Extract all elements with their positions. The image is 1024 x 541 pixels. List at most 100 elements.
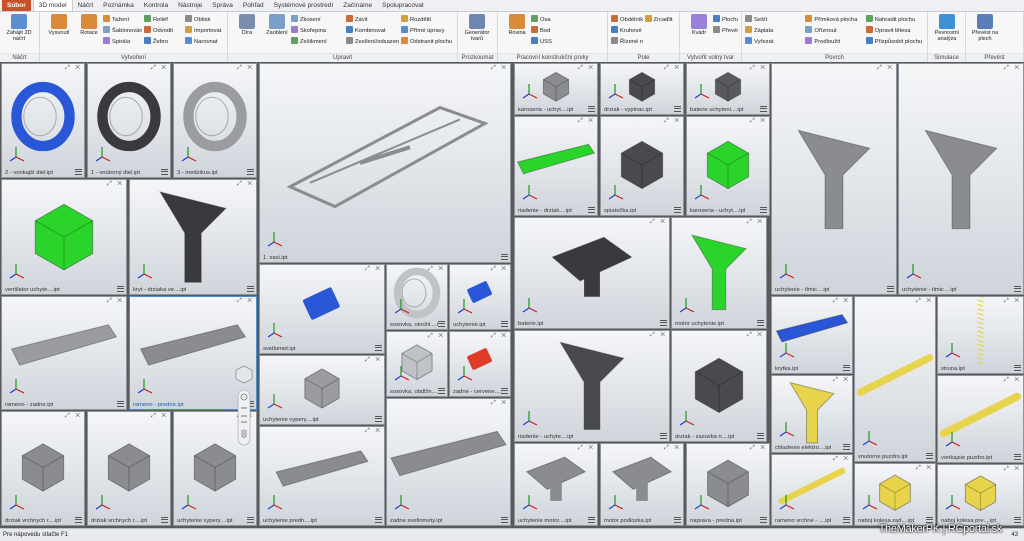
ribbon-big-button[interactable]: Rovina: [501, 14, 533, 36]
tab-5[interactable]: Nástroje: [173, 0, 207, 11]
tile-window-controls[interactable]: ⤢ ✕: [650, 332, 667, 339]
ribbon-big-button[interactable]: Zahájit 2D náčrt: [3, 14, 35, 42]
document-tile[interactable]: ⤢ ✕ riadenie - uchyte....ipt: [514, 330, 670, 442]
ribbon-small-button[interactable]: Oříznout: [805, 26, 863, 36]
ribbon-small-button[interactable]: Sešít: [745, 15, 803, 25]
tile-menu-icon[interactable]: [660, 433, 667, 439]
tile-window-controls[interactable]: ⤢ ✕: [750, 445, 767, 452]
ribbon-small-button[interactable]: Plocha: [713, 15, 738, 25]
tile-window-controls[interactable]: ⤢ ✕: [151, 413, 168, 420]
document-tile[interactable]: ⤢ ✕ spiatočka.ipt: [600, 116, 684, 216]
document-tile[interactable]: ⤢ ✕ drziak - vypinac.ipt: [600, 63, 684, 115]
tile-menu-icon[interactable]: [1014, 517, 1021, 523]
tile-window-controls[interactable]: ⤢ ✕: [107, 181, 124, 188]
tile-menu-icon[interactable]: [1014, 454, 1021, 460]
tab-10[interactable]: Spolupracovat: [377, 0, 429, 11]
navigation-bar[interactable]: [234, 364, 254, 449]
tile-menu-icon[interactable]: [75, 169, 82, 175]
tile-window-controls[interactable]: ⤢ ✕: [578, 118, 595, 125]
ribbon-small-button[interactable]: Vyřezat: [745, 37, 803, 47]
ribbon-small-button[interactable]: Prodloužit: [805, 37, 863, 47]
document-tile[interactable]: ⤢ ✕ rameno - zadne.ipt: [1, 296, 127, 410]
tile-window-controls[interactable]: ⤢ ✕: [578, 65, 595, 72]
document-tile[interactable]: ⤢ ✕ sosovka, obdĺžn....ipt: [386, 331, 448, 397]
tile-window-controls[interactable]: ⤢ ✕: [750, 118, 767, 125]
ribbon-small-button[interactable]: Odstranit plochu: [401, 37, 454, 47]
tile-menu-icon[interactable]: [161, 517, 168, 523]
tile-menu-icon[interactable]: [843, 517, 850, 523]
ribbon-small-button[interactable]: Osa: [531, 15, 595, 25]
tile-window-controls[interactable]: ⤢ ✕: [833, 298, 850, 305]
document-tile[interactable]: ⤢ ✕ naprava - predna.ipt: [686, 443, 770, 526]
ribbon-big-button[interactable]: Kvádr: [683, 14, 715, 36]
ribbon-big-button[interactable]: Generátor tvarů: [461, 14, 493, 42]
tile-menu-icon[interactable]: [757, 433, 764, 439]
ribbon-small-button[interactable]: Obtisk: [185, 15, 224, 25]
tile-menu-icon[interactable]: [674, 517, 681, 523]
document-tile[interactable]: ⤢ ✕ ventilator uchyte....ipt: [1, 179, 127, 295]
tile-window-controls[interactable]: ⤢ ✕: [664, 65, 681, 72]
tile-window-controls[interactable]: ⤢ ✕: [365, 428, 382, 435]
document-tile[interactable]: ⤢ ✕ drziak vrchnych r....ipt: [87, 411, 171, 526]
tab-6[interactable]: Správa: [207, 0, 238, 11]
document-tile[interactable]: ⤢ ✕ sosovka, okrúhl....ipt: [386, 264, 448, 330]
ribbon-small-button[interactable]: Zesílení/odsazení: [346, 37, 399, 47]
tile-window-controls[interactable]: ⤢ ✕: [491, 400, 508, 407]
tile-menu-icon[interactable]: [588, 207, 595, 213]
tile-window-controls[interactable]: ⤢ ✕: [1004, 466, 1021, 473]
document-tile[interactable]: ⤢ ✕ vnutorne puzdro.ipt: [854, 296, 936, 462]
tile-menu-icon[interactable]: [117, 401, 124, 407]
tile-window-controls[interactable]: ⤢ ✕: [491, 65, 508, 72]
ribbon-small-button[interactable]: Přímková plocha: [805, 15, 863, 25]
tile-menu-icon[interactable]: [926, 453, 933, 459]
tile-window-controls[interactable]: ⤢ ✕: [151, 65, 168, 72]
tile-window-controls[interactable]: ⤢ ✕: [664, 118, 681, 125]
tile-window-controls[interactable]: ⤢ ✕: [916, 298, 933, 305]
ribbon-small-button[interactable]: Narovnat: [185, 37, 224, 47]
tile-window-controls[interactable]: ⤢ ✕: [650, 219, 667, 226]
tile-menu-icon[interactable]: [588, 106, 595, 112]
tab-2[interactable]: Náčrt: [73, 0, 99, 11]
document-tile[interactable]: ⤢ ✕ zadne - cervene....ipt: [449, 331, 511, 397]
ribbon-small-button[interactable]: Opravit tělesa: [865, 26, 924, 36]
tab-1[interactable]: 3D model: [32, 0, 73, 11]
document-tile[interactable]: ⤢ ✕ kryt - drziaka ve....ipt: [129, 179, 257, 295]
ribbon-small-button[interactable]: Šablonování: [103, 26, 142, 36]
tile-window-controls[interactable]: ⤢ ✕: [833, 377, 850, 384]
tile-menu-icon[interactable]: [760, 106, 767, 112]
document-tile[interactable]: ⤢ ✕ svetlomet.ipt: [259, 264, 385, 354]
document-tile[interactable]: ⤢ ✕ uchytenie predn....ipt: [259, 426, 385, 526]
tile-menu-icon[interactable]: [247, 169, 254, 175]
ribbon-small-button[interactable]: Zrcadlit: [644, 15, 677, 25]
tile-menu-icon[interactable]: [117, 286, 124, 292]
document-tile[interactable]: ⤢ ✕ baterie uchyteni....ipt: [686, 63, 770, 115]
tile-menu-icon[interactable]: [674, 207, 681, 213]
ribbon-big-button[interactable]: Pevnostní analýza: [931, 14, 963, 42]
ribbon-big-button[interactable]: Rotace: [73, 14, 105, 36]
document-tile[interactable]: ⤢ ✕ krytka.ipt: [771, 296, 853, 374]
ribbon-small-button[interactable]: Nahradit plochu: [865, 15, 924, 25]
tile-window-controls[interactable]: ⤢ ✕: [747, 332, 764, 339]
document-tile[interactable]: ⤢ ✕ motor uchytenie.ipt: [671, 217, 767, 329]
ribbon-big-button[interactable]: Převést na plech: [969, 14, 1001, 42]
ribbon-small-button[interactable]: Zešikmení: [291, 37, 344, 47]
document-tile[interactable]: ⤢ ✕ riadenie - drziak....ipt: [514, 116, 598, 216]
tile-menu-icon[interactable]: [588, 517, 595, 523]
ribbon-small-button[interactable]: Skořepina: [291, 26, 344, 36]
tile-menu-icon[interactable]: [375, 345, 382, 351]
document-tile[interactable]: ⤢ ✕ karoseria - uchyt....ipt: [514, 63, 598, 115]
tile-menu-icon[interactable]: [760, 517, 767, 523]
tile-window-controls[interactable]: ⤢ ✕: [578, 445, 595, 452]
tile-window-controls[interactable]: ⤢ ✕: [833, 456, 850, 463]
tile-window-controls[interactable]: ⤢ ✕: [491, 266, 508, 273]
document-tile[interactable]: ⤢ ✕ chladenie elektro....ipt: [771, 375, 853, 453]
document-tile[interactable]: ⤢ ✕ uchytenie - tlmic....ipt: [771, 63, 897, 295]
tile-menu-icon[interactable]: [247, 517, 254, 523]
document-tile[interactable]: ⤢ ✕ uchytenie motor....ipt: [514, 443, 598, 526]
tile-menu-icon[interactable]: [375, 416, 382, 422]
ribbon-small-button[interactable]: Zkosení: [291, 15, 344, 25]
tab-9[interactable]: Začínáme: [338, 0, 377, 11]
ribbon-small-button[interactable]: Kombinovat: [346, 26, 399, 36]
tile-window-controls[interactable]: ⤢ ✕: [428, 333, 445, 340]
ribbon-big-button[interactable]: Díra: [231, 14, 263, 36]
